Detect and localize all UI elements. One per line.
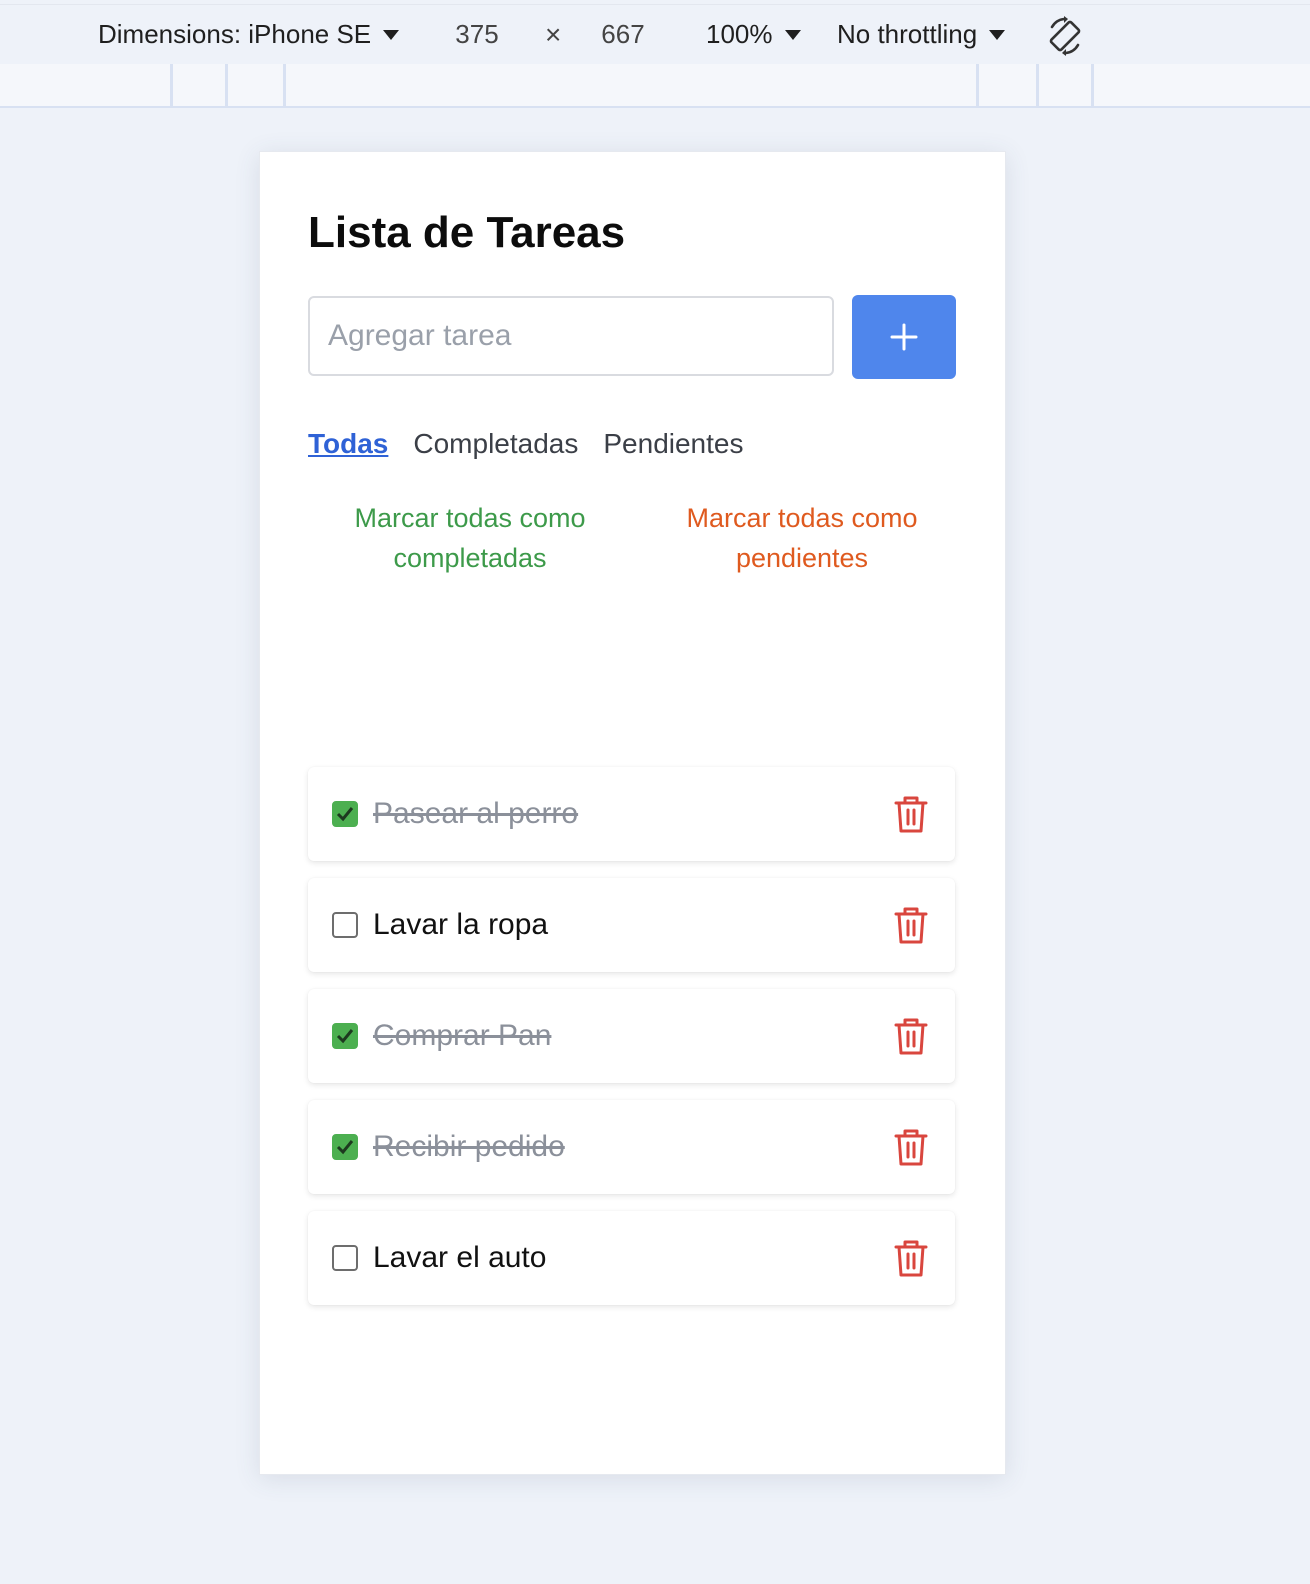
chevron-down-icon: [784, 29, 801, 40]
chevron-down-icon: [383, 29, 400, 40]
trash-icon[interactable]: [893, 1127, 929, 1167]
trash-icon[interactable]: [893, 794, 929, 834]
ruler-divider: [976, 64, 979, 106]
ruler-divider: [283, 64, 286, 106]
media-query-ruler: [0, 64, 1310, 108]
ruler-divider: [225, 64, 228, 106]
mark-all-pending-button[interactable]: Marcar todas como pendientes: [652, 498, 952, 578]
task-checkbox[interactable]: [332, 912, 358, 938]
task-label: Recibir pedido: [373, 1130, 565, 1163]
page-title: Lista de Tareas: [308, 208, 626, 257]
task-item: Recibir pedido: [308, 1100, 955, 1194]
zoom-label: 100%: [706, 19, 773, 49]
task-item: Comprar Pan: [308, 989, 955, 1083]
task-label: Lavar la ropa: [373, 908, 549, 941]
task-checkbox[interactable]: [332, 1134, 358, 1160]
trash-icon[interactable]: [893, 1016, 929, 1056]
tab-todas[interactable]: Todas: [308, 428, 388, 460]
mobile-viewport: Lista de Tareas Todas Completadas Pendie…: [259, 151, 1006, 1475]
plus-icon: [890, 323, 918, 351]
task-label: Comprar Pan: [373, 1019, 552, 1052]
tab-pendientes[interactable]: Pendientes: [603, 428, 743, 460]
task-checkbox[interactable]: [332, 1245, 358, 1271]
task-label: Pasear al perro: [373, 797, 579, 830]
device-dimensions-label: Dimensions: iPhone SE: [98, 19, 372, 49]
add-task-input[interactable]: [308, 296, 834, 376]
ruler-divider: [1091, 64, 1094, 106]
chevron-down-icon: [989, 29, 1006, 40]
device-toolbar: Dimensions: iPhone SE 375 × 667 100% No …: [0, 4, 1310, 65]
task-item: Lavar la ropa: [308, 878, 955, 972]
height-input[interactable]: 667: [578, 19, 668, 50]
mark-all-completed-button[interactable]: Marcar todas como completadas: [320, 498, 620, 578]
ruler-divider: [170, 64, 173, 106]
zoom-selector[interactable]: 100%: [706, 19, 801, 50]
rotate-icon[interactable]: [1044, 15, 1086, 57]
task-label: Lavar el auto: [373, 1241, 547, 1274]
filter-tabs: Todas Completadas Pendientes: [308, 428, 768, 460]
throttling-selector[interactable]: No throttling: [837, 19, 1006, 50]
width-input[interactable]: 375: [432, 19, 522, 50]
task-item: Pasear al perro: [308, 767, 955, 861]
task-checkbox[interactable]: [332, 1023, 358, 1049]
trash-icon[interactable]: [893, 1238, 929, 1278]
times-icon: ×: [545, 18, 562, 50]
device-selector[interactable]: Dimensions: iPhone SE: [98, 19, 400, 50]
task-item: Lavar el auto: [308, 1211, 955, 1305]
task-checkbox[interactable]: [332, 801, 358, 827]
throttling-label: No throttling: [837, 19, 978, 49]
check-icon: [336, 1029, 354, 1044]
tab-completadas[interactable]: Completadas: [413, 428, 578, 460]
ruler-divider: [1036, 64, 1039, 106]
trash-icon[interactable]: [893, 905, 929, 945]
check-icon: [336, 807, 354, 822]
check-icon: [336, 1140, 354, 1155]
add-task-button[interactable]: [852, 295, 956, 379]
